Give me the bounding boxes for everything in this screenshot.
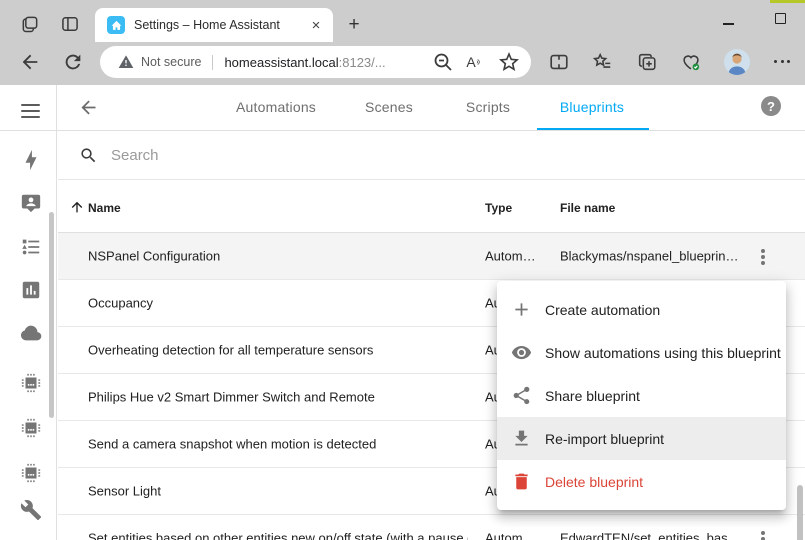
favorite-star-icon[interactable] xyxy=(497,50,521,74)
row-overflow-menu-icon[interactable] xyxy=(751,245,775,269)
row-name: NSPanel Configuration xyxy=(88,249,220,264)
sort-ascending-icon[interactable] xyxy=(69,199,85,215)
sidebar-menu-icon[interactable] xyxy=(21,104,40,118)
row-overflow-menu-icon[interactable] xyxy=(751,527,775,540)
column-header-name[interactable]: Name xyxy=(88,201,121,215)
window-maximize-icon[interactable] xyxy=(775,13,786,24)
row-name: Overheating detection for all temperatur… xyxy=(88,343,373,358)
browser-essentials-icon[interactable] xyxy=(680,51,702,73)
address-bar[interactable]: Not secure homeassistant.local :8123/...… xyxy=(100,46,531,78)
address-divider xyxy=(212,55,213,70)
search-icon xyxy=(79,146,98,165)
browser-chrome: Settings – Home Assistant × + Not secure… xyxy=(0,0,805,85)
tab-actions-icon[interactable] xyxy=(60,14,80,34)
browser-menu-icon[interactable] xyxy=(774,60,790,63)
browser-tab[interactable]: Settings – Home Assistant × xyxy=(95,8,333,42)
split-screen-icon[interactable] xyxy=(548,51,570,73)
table-header: Name Type File name xyxy=(58,181,805,233)
collections-add-icon[interactable] xyxy=(636,51,658,73)
background-window-strip xyxy=(770,0,805,3)
profile-avatar[interactable] xyxy=(724,49,750,75)
menu-item-label: Re-import blueprint xyxy=(545,431,664,447)
home-assistant-page: Automations Scenes Scripts Blueprints ? … xyxy=(0,85,805,540)
window-minimize-icon[interactable] xyxy=(723,23,734,25)
row-name: Sensor Light xyxy=(88,484,161,499)
chip-icon[interactable] xyxy=(20,372,42,394)
menu-item-delete-blueprint[interactable]: Delete blueprint xyxy=(497,460,786,503)
ha-header: Automations Scenes Scripts Blueprints ? xyxy=(58,85,805,130)
not-secure-warning-icon xyxy=(118,54,134,70)
browser-back-icon[interactable] xyxy=(19,51,41,73)
row-type: Autom… xyxy=(485,249,536,264)
share-icon xyxy=(511,385,532,406)
read-aloud-icon[interactable]: A xyxy=(464,50,488,74)
table-row[interactable]: NSPanel Configuration Autom… Blackymas/n… xyxy=(58,233,805,280)
row-type: Autom… xyxy=(485,531,536,540)
eye-icon xyxy=(511,342,532,363)
trash-icon xyxy=(511,471,532,492)
help-button[interactable]: ? xyxy=(761,96,781,116)
tab-title: Settings – Home Assistant xyxy=(134,18,307,32)
tab-close-icon[interactable]: × xyxy=(307,16,325,34)
chip-icon[interactable] xyxy=(20,417,42,439)
logbook-list-icon[interactable] xyxy=(20,236,42,258)
menu-item-show-automations[interactable]: Show automations using this blueprint xyxy=(497,331,786,374)
workspaces-icon[interactable] xyxy=(20,14,40,34)
column-header-type[interactable]: Type xyxy=(485,201,512,215)
tab-automations[interactable]: Automations xyxy=(236,99,316,115)
search-input[interactable] xyxy=(111,147,805,164)
menu-item-reimport-blueprint[interactable]: Re-import blueprint xyxy=(497,417,786,460)
row-name: Philips Hue v2 Smart Dimmer Switch and R… xyxy=(88,390,375,405)
cloud-icon[interactable] xyxy=(20,322,42,344)
tab-blueprints[interactable]: Blueprints xyxy=(560,99,624,115)
blueprint-context-menu: Create automation Show automations using… xyxy=(497,281,786,510)
plus-icon xyxy=(511,299,532,320)
history-chart-icon[interactable] xyxy=(20,279,42,301)
content-scrollbar[interactable] xyxy=(797,485,803,540)
download-icon xyxy=(511,428,532,449)
zoom-out-icon[interactable] xyxy=(431,50,455,74)
browser-refresh-icon[interactable] xyxy=(62,51,84,73)
assist-badge-icon[interactable] xyxy=(20,192,42,214)
menu-item-label: Share blueprint xyxy=(545,388,640,404)
ha-back-icon[interactable] xyxy=(78,97,99,118)
ha-sidebar xyxy=(0,85,57,540)
screen: Settings – Home Assistant × + Not secure… xyxy=(0,0,805,540)
row-name: Occupancy xyxy=(88,296,153,311)
menu-item-label: Show automations using this blueprint xyxy=(545,345,781,361)
row-file: Blackymas/nspanel_blueprin… xyxy=(560,249,738,264)
column-header-file[interactable]: File name xyxy=(560,201,615,215)
menu-item-label: Create automation xyxy=(545,302,660,318)
url-host[interactable]: homeassistant.local xyxy=(224,55,338,70)
energy-icon[interactable] xyxy=(20,149,42,171)
favorites-list-icon[interactable] xyxy=(591,51,613,73)
security-label[interactable]: Not secure xyxy=(141,55,201,69)
menu-item-label: Delete blueprint xyxy=(545,474,643,490)
table-row[interactable]: Set entities based on other entities new… xyxy=(58,515,805,540)
menu-item-create-automation[interactable]: Create automation xyxy=(497,288,786,331)
row-name: Send a camera snapshot when motion is de… xyxy=(88,437,376,452)
tab-scripts[interactable]: Scripts xyxy=(466,99,510,115)
row-name: Set entities based on other entities new… xyxy=(88,531,468,540)
tab-scenes[interactable]: Scenes xyxy=(365,99,413,115)
chip-icon[interactable] xyxy=(20,462,42,484)
row-file: EdwardTEN/set_entities_bas… xyxy=(560,531,741,540)
wrench-icon[interactable] xyxy=(20,499,42,521)
search-row xyxy=(58,131,805,180)
url-path[interactable]: :8123/... xyxy=(339,55,386,70)
new-tab-button[interactable]: + xyxy=(343,14,365,36)
sidebar-scrollbar[interactable] xyxy=(49,212,54,418)
home-assistant-favicon-icon xyxy=(107,16,125,34)
menu-item-share-blueprint[interactable]: Share blueprint xyxy=(497,374,786,417)
